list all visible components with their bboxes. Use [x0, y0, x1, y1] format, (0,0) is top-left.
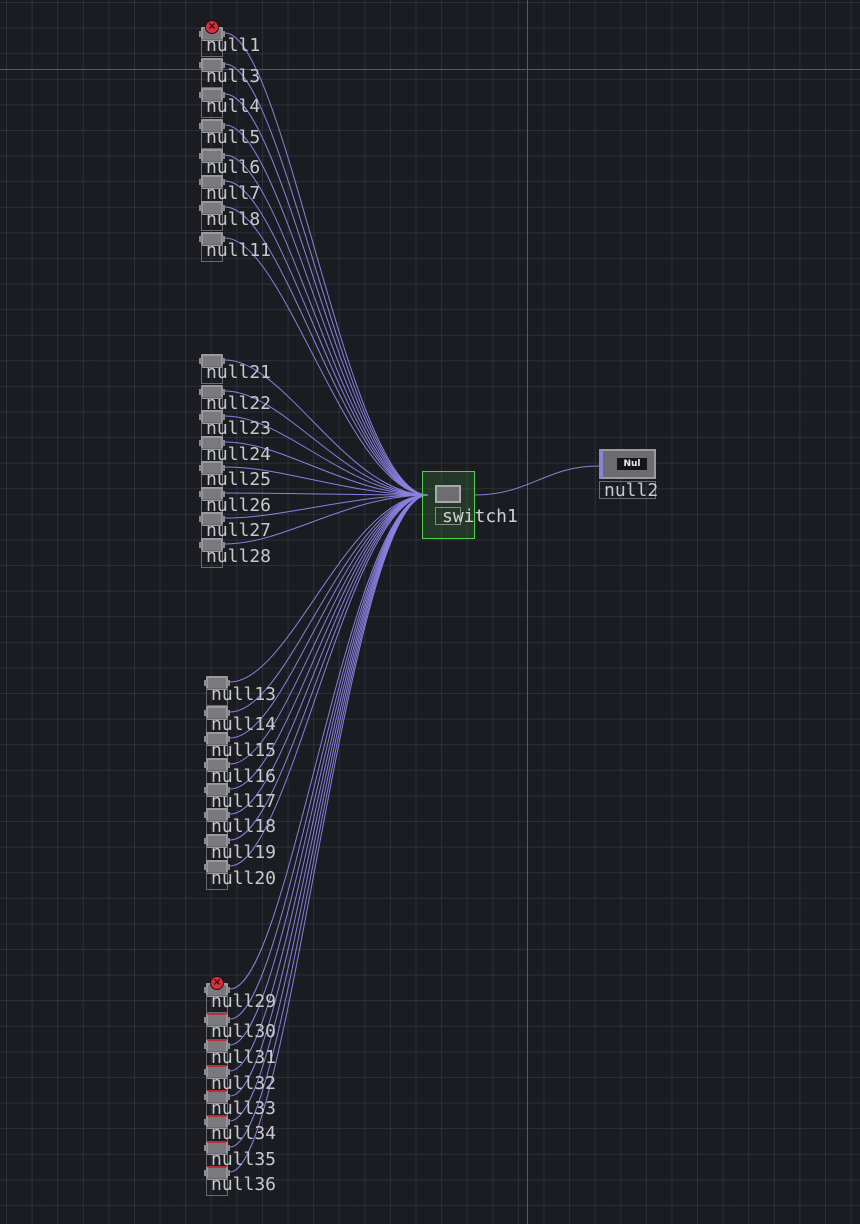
error-icon[interactable]: ×	[210, 976, 224, 990]
node-null28[interactable]: null28	[199, 538, 271, 568]
null28-label: null28	[206, 546, 272, 567]
node-null17[interactable]: null17	[204, 783, 276, 813]
node-null32[interactable]: null32	[204, 1065, 276, 1095]
null1-label: null1	[206, 35, 261, 56]
null2-node[interactable]: Nul null2	[599, 449, 659, 501]
node-null34[interactable]: null34	[204, 1115, 276, 1145]
node-null5[interactable]: null5	[199, 119, 260, 149]
node-null24[interactable]: null24	[199, 436, 271, 466]
null8-label: null8	[206, 209, 261, 230]
null5-label: null5	[206, 127, 261, 148]
node-null6[interactable]: null6	[199, 149, 260, 179]
null21-label: null21	[206, 362, 272, 383]
switch1-node[interactable]: switch1	[422, 471, 518, 539]
network-editor-canvas[interactable]: null1 × null3 null4 null5 null6 null7 null8 null…	[0, 0, 860, 1224]
node-null23[interactable]: null23	[199, 410, 271, 440]
node-null33[interactable]: null33	[204, 1090, 276, 1120]
node-null27[interactable]: null27	[199, 512, 271, 542]
node-null14[interactable]: null14	[204, 706, 276, 736]
node-null19[interactable]: null19	[204, 834, 276, 864]
null4-label: null4	[206, 96, 261, 117]
node-null22[interactable]: null22	[199, 385, 271, 415]
node-null3[interactable]: null3	[199, 58, 260, 88]
switch1-label: switch1	[442, 506, 518, 527]
node-null11[interactable]: null11	[199, 232, 271, 262]
node-null21[interactable]: null21	[199, 354, 271, 384]
error-icon[interactable]: ×	[205, 20, 219, 34]
null2-viewer-tile[interactable]: Nul	[599, 449, 656, 479]
null11-label: null11	[206, 240, 272, 261]
node-null36[interactable]: null36	[204, 1166, 276, 1196]
switch1-viewer-tile[interactable]	[435, 485, 461, 503]
null29-label: null29	[211, 991, 277, 1012]
node-null15[interactable]: null15	[204, 732, 276, 762]
node-null26[interactable]: null26	[199, 487, 271, 517]
node-null7[interactable]: null7	[199, 175, 260, 205]
node-null30[interactable]: null30	[204, 1013, 276, 1043]
node-null18[interactable]: null18	[204, 808, 276, 838]
node-null8[interactable]: null8	[199, 201, 260, 231]
node-null29[interactable]: null29 ×	[204, 976, 276, 1013]
null13-label: null13	[211, 684, 277, 705]
wire-switch1-to-null2[interactable]	[473, 465, 600, 496]
null2-label: null2	[604, 480, 659, 501]
null3-label: null3	[206, 66, 261, 87]
node-null16[interactable]: null16	[204, 758, 276, 788]
node-null20[interactable]: null20	[204, 860, 276, 890]
wires-layer	[224, 32, 600, 1173]
node-null4[interactable]: null4	[199, 88, 260, 118]
node-null1[interactable]: null1 ×	[199, 20, 260, 57]
node-null13[interactable]: null13	[204, 676, 276, 706]
node-null35[interactable]: null35	[204, 1141, 276, 1171]
null2-type-chip: Nul	[617, 458, 647, 470]
null36-label: null36	[211, 1174, 277, 1195]
node-null31[interactable]: null31	[204, 1039, 276, 1069]
node-null25[interactable]: null25	[199, 461, 271, 491]
null20-label: null20	[211, 868, 277, 889]
